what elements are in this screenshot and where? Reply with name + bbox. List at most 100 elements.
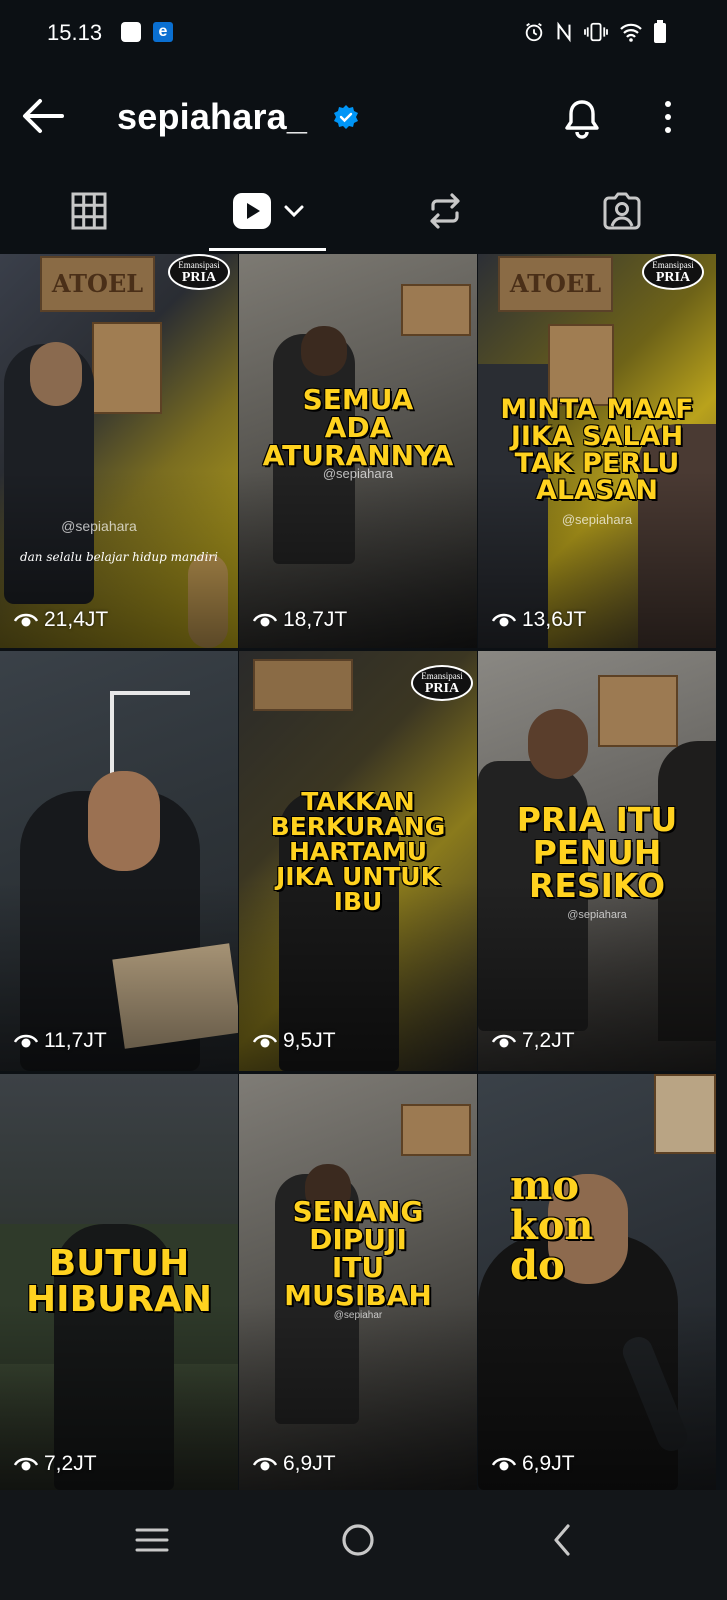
overlay-line: IBU <box>333 887 383 916</box>
back-arrow-icon <box>23 99 64 133</box>
overlay-line: SEMUA <box>302 383 414 416</box>
tagged-person-icon <box>603 192 641 230</box>
overlay-text: mo kon do <box>510 1166 716 1286</box>
verified-badge-icon <box>334 105 358 129</box>
reel-tile[interactable]: ATOEL Emansipasi PRIA @sepiahara dan sel… <box>0 254 238 648</box>
wood-frame <box>598 675 678 747</box>
eye-icon <box>14 1457 38 1471</box>
reel-tile[interactable]: 11,7JT <box>0 651 238 1071</box>
wooden-sign-text: ATOEL <box>51 269 144 298</box>
watermark-handle: @sepiahara <box>61 518 137 534</box>
overlay-line: MUSIBAH <box>284 1279 432 1312</box>
reel-tile[interactable]: PRIA ITU PENUH RESIKO @sepiahara 7,2JT <box>478 651 716 1071</box>
overlay-line: JIKA SALAH <box>510 421 684 452</box>
alarm-icon <box>525 22 543 42</box>
reel-tile[interactable]: BUTUH HIBURAN 7,2JT <box>0 1074 238 1490</box>
emansipasi-pria-badge: Emansipasi PRIA <box>642 254 704 290</box>
overlay-text: MINTA MAAF JIKA SALAH TAK PERLU ALASAN <box>478 396 716 504</box>
profile-tabs <box>0 168 727 254</box>
recents-button[interactable] <box>122 1510 182 1570</box>
overlay-text: SENANG DIPUJI ITU MUSIBAH <box>239 1198 477 1310</box>
overlay-line: HIBURAN <box>26 1279 212 1320</box>
overlay-line: HARTAMU <box>288 837 428 866</box>
view-count: 21,4JT <box>14 608 108 632</box>
emansipasi-pria-badge: Emansipasi PRIA <box>411 665 473 701</box>
overlay-line: kon <box>510 1202 594 1249</box>
overlay-line: RESIKO <box>528 866 666 905</box>
overlay-line: ITU <box>331 1251 385 1284</box>
app-notification-icon <box>121 22 141 42</box>
overlay-line: mo <box>510 1162 580 1209</box>
wood-frame <box>401 1104 471 1156</box>
back-icon <box>554 1524 570 1556</box>
overlay-text: SEMUA ADA ATURANNYA <box>239 386 477 470</box>
profile-header: sepiahara_ <box>0 68 727 168</box>
wooden-sign: ATOEL <box>498 256 613 312</box>
reel-tile[interactable]: Emansipasi PRIA TAKKAN BERKURANG HARTAMU… <box>239 651 477 1071</box>
wood-frame <box>654 1074 716 1154</box>
more-vertical-icon <box>665 101 671 133</box>
eye-icon <box>253 1457 277 1471</box>
view-count: 11,7JT <box>14 1029 107 1053</box>
head-shape <box>528 709 588 779</box>
reel-tile[interactable]: mo kon do 6,9JT <box>478 1074 716 1490</box>
notifications-button[interactable] <box>560 96 604 140</box>
profile-username[interactable]: sepiahara_ <box>117 96 307 138</box>
more-options-button[interactable] <box>656 96 680 140</box>
wifi-icon <box>620 23 642 42</box>
grid-icon <box>71 192 107 230</box>
overlay-line: MINTA MAAF <box>500 394 694 425</box>
overlay-line: ADA <box>324 411 392 444</box>
view-count-text: 6,9JT <box>283 1452 336 1475</box>
portrait-frame <box>92 322 162 414</box>
home-button[interactable] <box>328 1510 388 1570</box>
video-caption: dan selalu belajar hidup mandiri <box>19 550 219 564</box>
badge-line2: PRIA <box>424 681 460 696</box>
overlay-line: BERKURANG <box>270 812 446 841</box>
overlay-line: BUTUH <box>48 1243 190 1284</box>
overlay-line: SENANG <box>292 1195 424 1228</box>
overlay-line: DIPUJI <box>309 1223 407 1256</box>
overlay-text: PRIA ITU PENUH RESIKO <box>478 803 716 902</box>
back-button[interactable] <box>20 96 66 136</box>
head-shape <box>301 326 347 376</box>
watermark-handle: @sepiahar <box>333 1310 383 1321</box>
status-icons <box>523 20 667 44</box>
tab-tagged[interactable] <box>563 168 681 254</box>
watermark-handle: @sepiahara <box>567 909 627 921</box>
tab-reposts[interactable] <box>386 168 504 254</box>
watermark-handle: @sepiahara <box>322 466 394 481</box>
repost-icon <box>430 193 460 229</box>
tab-grid[interactable] <box>30 168 148 254</box>
view-count-text: 6,9JT <box>522 1452 575 1475</box>
badge-line2: PRIA <box>655 270 691 285</box>
overlay-text: TAKKAN BERKURANG HARTAMU JIKA UNTUK IBU <box>239 789 477 914</box>
view-count-text: 11,7JT <box>44 1029 107 1052</box>
eye-icon <box>14 613 38 627</box>
overlay-line: PENUH <box>532 833 662 872</box>
nfc-icon <box>557 21 571 43</box>
back-nav-button[interactable] <box>532 1510 592 1570</box>
badge-line1: Emansipasi <box>421 671 463 681</box>
reel-tile[interactable]: SEMUA ADA ATURANNYA @sepiahara 18,7JT <box>239 254 477 648</box>
wood-frame <box>253 659 353 711</box>
view-count-text: 21,4JT <box>44 608 109 631</box>
view-count: 7,2JT <box>492 1029 575 1053</box>
view-count: 7,2JT <box>14 1452 97 1476</box>
view-count-text: 13,6JT <box>522 608 587 631</box>
active-tab-indicator <box>209 248 326 251</box>
view-count: 6,9JT <box>492 1452 575 1476</box>
reels-play-icon <box>232 193 271 229</box>
chevron-down-icon <box>284 205 303 218</box>
view-count: 9,5JT <box>253 1029 336 1053</box>
face-shape <box>30 342 82 406</box>
reel-tile[interactable]: SENANG DIPUJI ITU MUSIBAH @sepiahar 6,9J… <box>239 1074 477 1490</box>
reel-tile[interactable]: ATOEL Emansipasi PRIA MINTA MAAF JIKA SA… <box>478 254 716 648</box>
badge-line2: PRIA <box>181 270 217 285</box>
overlay-line: JIKA UNTUK <box>276 862 440 891</box>
overlay-line: ALASAN <box>536 475 658 506</box>
battery-icon <box>654 20 666 43</box>
tab-reels[interactable] <box>209 168 326 254</box>
emansipasi-pria-badge: Emansipasi PRIA <box>168 254 230 290</box>
wooden-sign-text: ATOEL <box>509 269 602 298</box>
